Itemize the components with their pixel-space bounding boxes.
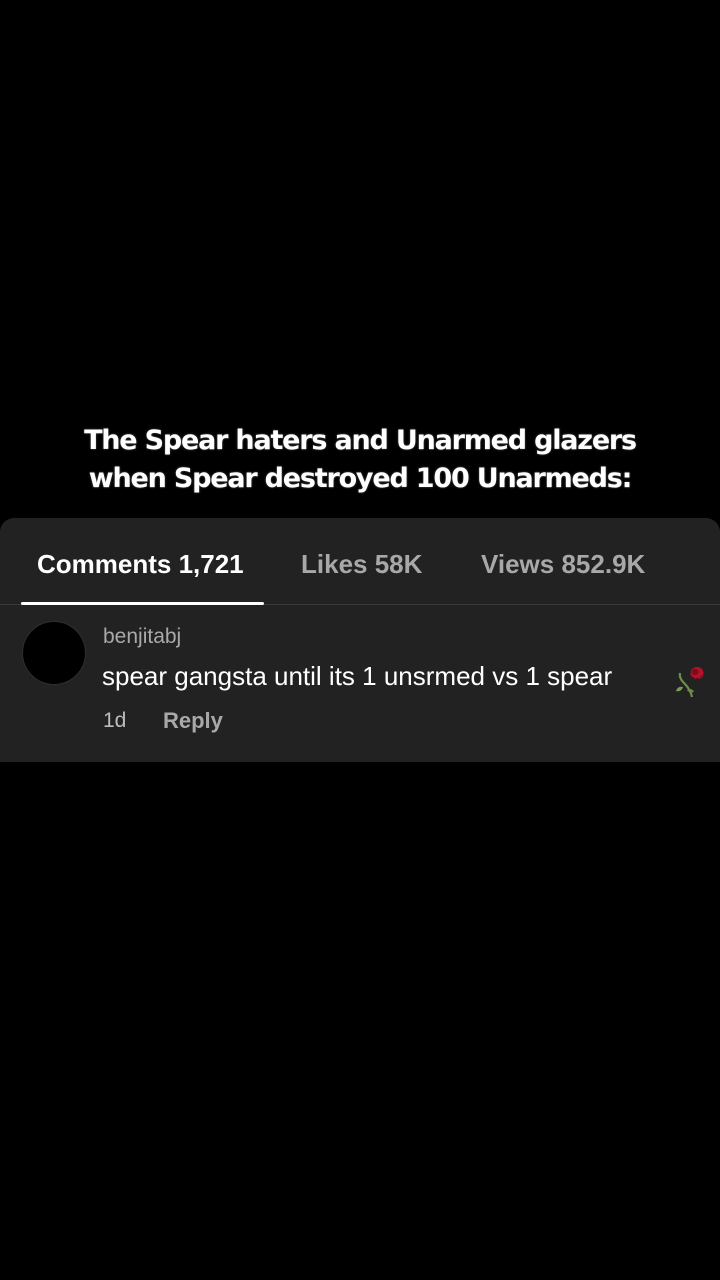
wilted-rose-icon <box>676 667 704 698</box>
tab-views[interactable]: Views 852.9K <box>481 548 645 580</box>
comment-timestamp: 1d <box>103 709 127 732</box>
comment-item: benjitabj spear gangsta until its 1 unsr… <box>0 605 720 762</box>
tab-likes[interactable]: Likes 58K <box>301 548 422 580</box>
comments-panel: Comments 1,721 Likes 58K Views 852.9K be… <box>0 518 720 762</box>
tab-comments[interactable]: Comments 1,721 <box>37 548 244 580</box>
comment-text: spear gangsta until its 1 unsrmed vs 1 s… <box>102 661 613 691</box>
video-caption: The Spear haters and Unarmed glazers whe… <box>0 422 720 498</box>
caption-line-2: when Spear destroyed 100 Unarmeds: <box>88 463 633 494</box>
caption-line-1: The Spear haters and Unarmed glazers <box>84 425 637 456</box>
tab-bar: Comments 1,721 Likes 58K Views 852.9K <box>0 518 720 605</box>
comment-username[interactable]: benjitabj <box>103 625 181 649</box>
reply-button[interactable]: Reply <box>163 708 223 734</box>
avatar[interactable] <box>22 621 86 685</box>
